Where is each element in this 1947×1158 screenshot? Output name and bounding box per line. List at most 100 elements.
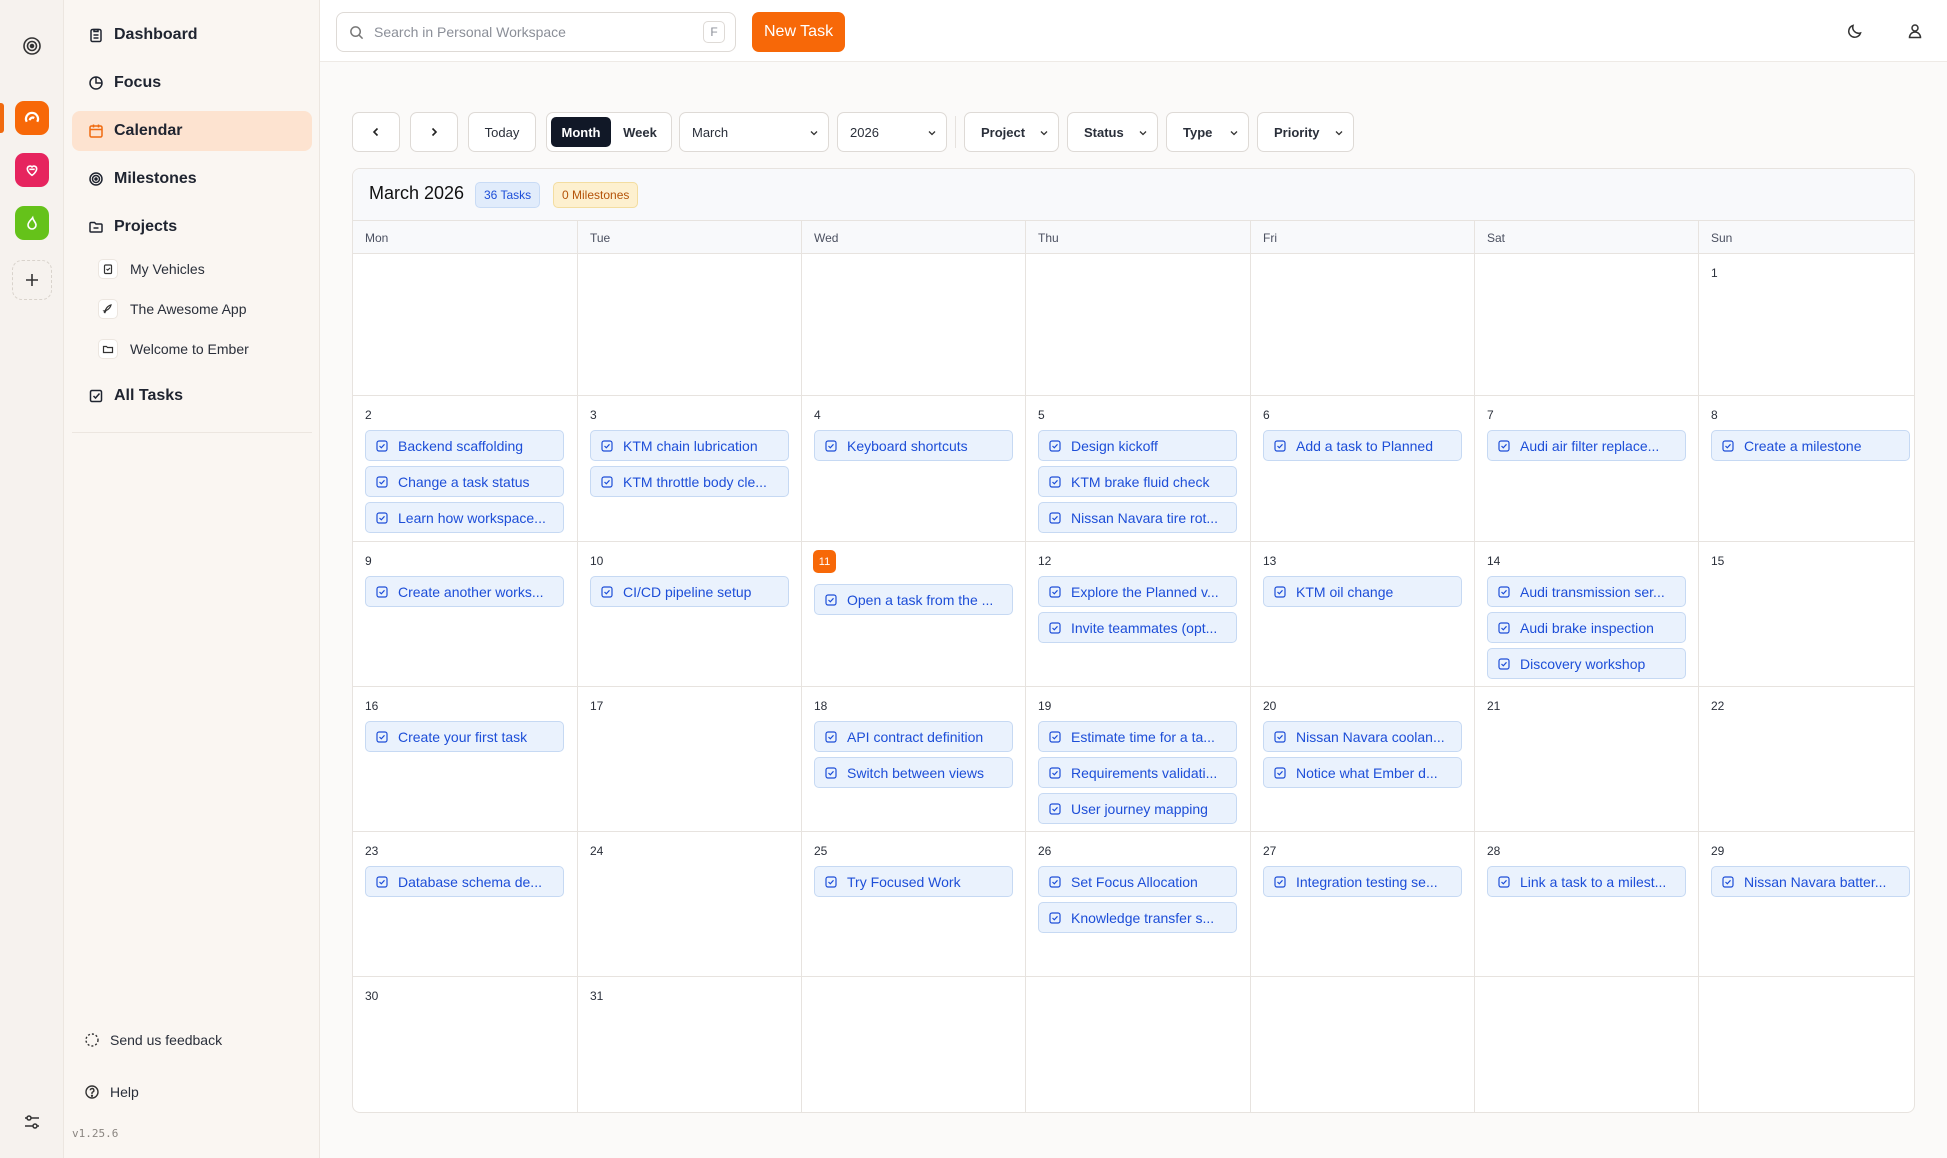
task-chip[interactable]: Design kickoff: [1038, 430, 1237, 461]
nav-projects[interactable]: Projects: [72, 207, 312, 247]
task-chip[interactable]: Discovery workshop: [1487, 648, 1686, 679]
task-chip[interactable]: Audi transmission ser...: [1487, 576, 1686, 607]
task-chip[interactable]: Switch between views: [814, 757, 1013, 788]
task-chip[interactable]: Integration testing se...: [1263, 866, 1462, 897]
task-chip[interactable]: KTM oil change: [1263, 576, 1462, 607]
priority-filter[interactable]: Priority: [1257, 112, 1354, 152]
calendar-day-cell[interactable]: 2 Backend scaffolding Change a task status…: [353, 396, 577, 542]
project-my-vehicles[interactable]: My Vehicles: [98, 254, 205, 284]
new-task-button[interactable]: New Task: [752, 12, 846, 52]
workspace-orange-button[interactable]: [15, 101, 49, 135]
calendar-day-cell[interactable]: 28 Link a task to a milest...: [1474, 832, 1698, 977]
calendar-day-cell[interactable]: 7 Audi air filter replace...: [1474, 396, 1698, 542]
project-welcome-to-ember[interactable]: Welcome to Ember: [98, 334, 249, 364]
task-chip[interactable]: Add a task to Planned: [1263, 430, 1462, 461]
task-chip[interactable]: Audi air filter replace...: [1487, 430, 1686, 461]
task-chip[interactable]: KTM brake fluid check: [1038, 466, 1237, 497]
calendar-day-cell[interactable]: 9 Create another works...: [353, 542, 577, 687]
calendar-day-cell[interactable]: 21: [1474, 687, 1698, 832]
calendar-day-cell[interactable]: 1: [1698, 254, 1914, 396]
task-chip[interactable]: API contract definition: [814, 721, 1013, 752]
nav-all-tasks[interactable]: All Tasks: [72, 376, 312, 416]
calendar-day-cell[interactable]: 11 Open a task from the ...: [801, 542, 1025, 687]
task-chip[interactable]: Nissan Navara tire rot...: [1038, 502, 1237, 533]
calendar-day-cell[interactable]: 18 API contract definition Switch between …: [801, 687, 1025, 832]
next-month-button[interactable]: [410, 112, 458, 152]
calendar-day-cell[interactable]: 4 Keyboard shortcuts: [801, 396, 1025, 542]
task-chip[interactable]: Change a task status: [365, 466, 564, 497]
prev-month-button[interactable]: [352, 112, 400, 152]
calendar-day-cell[interactable]: 19 Estimate time for a ta... Requirements …: [1025, 687, 1250, 832]
task-chip[interactable]: Create another works...: [365, 576, 564, 607]
week-view-button[interactable]: Week: [613, 117, 667, 147]
today-button[interactable]: Today: [468, 112, 536, 152]
calendar-day-cell[interactable]: 8 Create a milestone: [1698, 396, 1914, 542]
calendar-day-cell[interactable]: 6 Add a task to Planned: [1250, 396, 1474, 542]
task-chip[interactable]: Try Focused Work: [814, 866, 1013, 897]
calendar-day-cell[interactable]: 17: [577, 687, 801, 832]
task-chip[interactable]: Database schema de...: [365, 866, 564, 897]
send-feedback-link[interactable]: Send us feedback: [84, 1028, 222, 1052]
task-chip[interactable]: CI/CD pipeline setup: [590, 576, 789, 607]
calendar-day-cell[interactable]: 23 Database schema de...: [353, 832, 577, 977]
user-icon[interactable]: [1906, 22, 1924, 40]
calendar-day-cell[interactable]: 30: [353, 977, 577, 1112]
moon-icon[interactable]: [1846, 22, 1864, 40]
calendar-day-cell[interactable]: 12 Explore the Planned v... Invite teammat…: [1025, 542, 1250, 687]
task-chip[interactable]: KTM chain lubrication: [590, 430, 789, 461]
calendar-day-cell[interactable]: 25 Try Focused Work: [801, 832, 1025, 977]
task-chip[interactable]: Estimate time for a ta...: [1038, 721, 1237, 752]
task-chip[interactable]: Learn how workspace...: [365, 502, 564, 533]
task-checkbox-icon: [1049, 766, 1061, 779]
calendar-day-cell[interactable]: 27 Integration testing se...: [1250, 832, 1474, 977]
task-chip[interactable]: Invite teammates (opt...: [1038, 612, 1237, 643]
task-chip[interactable]: Nissan Navara batter...: [1711, 866, 1910, 897]
calendar-day-cell[interactable]: 13 KTM oil change: [1250, 542, 1474, 687]
add-workspace-button[interactable]: [12, 260, 52, 300]
calendar-day-cell[interactable]: 24: [577, 832, 801, 977]
project-filter[interactable]: Project: [964, 112, 1059, 152]
task-chip[interactable]: Create a milestone: [1711, 430, 1910, 461]
calendar-day-cell[interactable]: 22: [1698, 687, 1914, 832]
workspace-green-button[interactable]: [15, 206, 49, 240]
help-link[interactable]: Help: [84, 1080, 139, 1104]
calendar-day-cell[interactable]: 31: [577, 977, 801, 1112]
calendar-day-cell[interactable]: 20 Nissan Navara coolan... Notice what Emb…: [1250, 687, 1474, 832]
task-chip[interactable]: Explore the Planned v...: [1038, 576, 1237, 607]
ember-logo-icon[interactable]: [20, 34, 44, 58]
task-chip[interactable]: Keyboard shortcuts: [814, 430, 1013, 461]
nav-milestones[interactable]: Milestones: [72, 159, 312, 199]
project-the-awesome-app[interactable]: The Awesome App: [98, 294, 246, 324]
calendar-day-cell[interactable]: 16 Create your first task: [353, 687, 577, 832]
calendar-day-cell[interactable]: 10 CI/CD pipeline setup: [577, 542, 801, 687]
task-chip[interactable]: KTM throttle body cle...: [590, 466, 789, 497]
calendar-day-cell[interactable]: 3 KTM chain lubrication KTM throttle body …: [577, 396, 801, 542]
workspace-pink-button[interactable]: [15, 153, 49, 187]
task-chip[interactable]: Link a task to a milest...: [1487, 866, 1686, 897]
task-chip[interactable]: Create your first task: [365, 721, 564, 752]
status-filter[interactable]: Status: [1067, 112, 1158, 152]
calendar-day-cell[interactable]: 5 Design kickoff KTM brake fluid check Niss…: [1025, 396, 1250, 542]
month-select[interactable]: March: [679, 112, 829, 152]
nav-dashboard[interactable]: Dashboard: [72, 15, 312, 55]
settings-sliders-icon[interactable]: [22, 1112, 42, 1132]
task-chip[interactable]: Backend scaffolding: [365, 430, 564, 461]
nav-focus[interactable]: Focus: [72, 63, 312, 103]
nav-calendar[interactable]: Calendar: [72, 111, 312, 151]
year-select[interactable]: 2026: [837, 112, 947, 152]
search-input[interactable]: Search in Personal Workspace F: [336, 12, 736, 52]
calendar-day-cell[interactable]: 29 Nissan Navara batter...: [1698, 832, 1914, 977]
task-chip[interactable]: Open a task from the ...: [814, 584, 1013, 615]
task-chip[interactable]: User journey mapping: [1038, 793, 1237, 824]
task-chip[interactable]: Nissan Navara coolan...: [1263, 721, 1462, 752]
task-chip[interactable]: Audi brake inspection: [1487, 612, 1686, 643]
task-chip[interactable]: Requirements validati...: [1038, 757, 1237, 788]
task-chip[interactable]: Notice what Ember d...: [1263, 757, 1462, 788]
calendar-day-cell[interactable]: 26 Set Focus Allocation Knowledge transfer…: [1025, 832, 1250, 977]
calendar-day-cell[interactable]: 14 Audi transmission ser... Audi brake ins…: [1474, 542, 1698, 687]
type-filter[interactable]: Type: [1166, 112, 1249, 152]
month-view-button[interactable]: Month: [551, 117, 611, 147]
task-chip[interactable]: Set Focus Allocation: [1038, 866, 1237, 897]
task-chip[interactable]: Knowledge transfer s...: [1038, 902, 1237, 933]
calendar-day-cell[interactable]: 15: [1698, 542, 1914, 687]
